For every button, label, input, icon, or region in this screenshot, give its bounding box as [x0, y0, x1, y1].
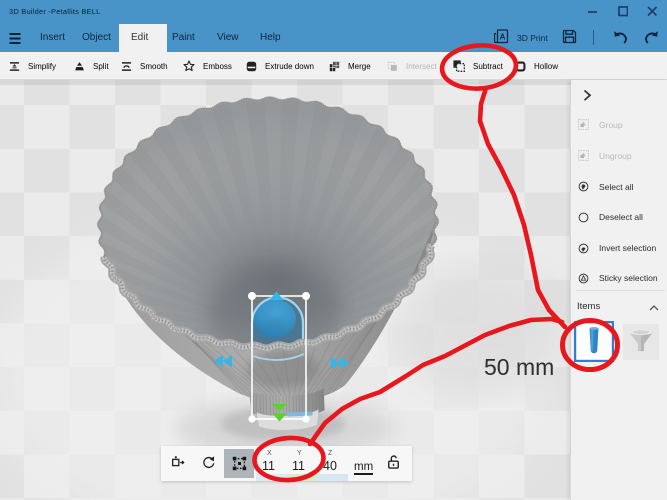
svg-text:A: A: [500, 33, 506, 42]
